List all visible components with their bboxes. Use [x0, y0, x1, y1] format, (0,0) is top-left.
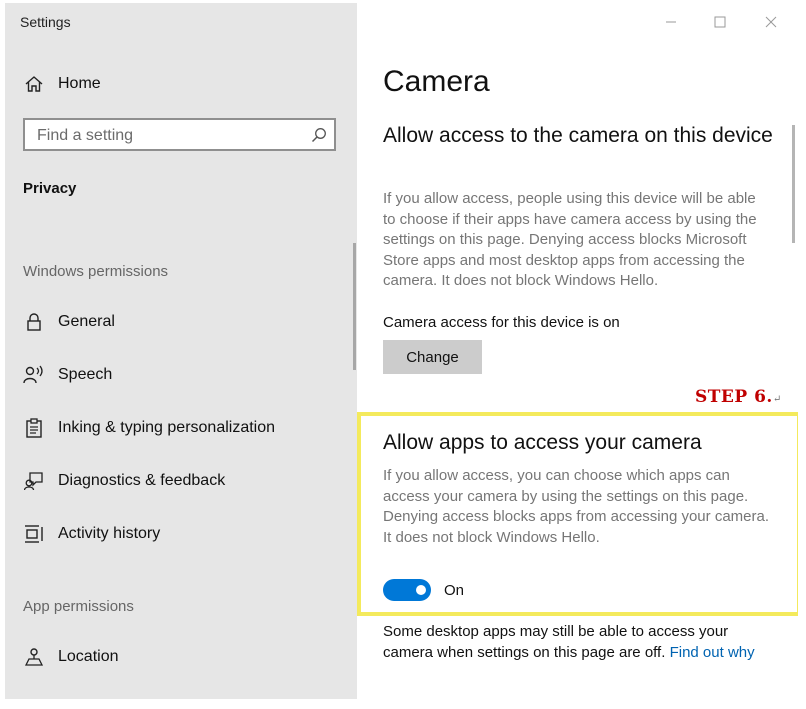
device-access-status: Camera access for this device is on	[383, 314, 620, 331]
sidebar: Settings Home Privacy Windows permission…	[5, 3, 357, 699]
location-icon	[23, 646, 45, 668]
app-title: Settings	[20, 14, 71, 30]
windows-permissions-header: Windows permissions	[23, 263, 169, 280]
main-scrollbar[interactable]	[792, 125, 795, 243]
inking-icon	[23, 417, 45, 439]
maximize-icon	[714, 15, 726, 33]
minimize-icon	[665, 15, 677, 33]
device-access-description: If you allow access, people using this d…	[383, 190, 757, 289]
close-icon	[765, 15, 777, 33]
category-heading: Privacy	[23, 180, 77, 197]
sidebar-item-label: General	[58, 313, 115, 330]
sidebar-item-inking[interactable]: Inking & typing personalization	[23, 417, 275, 439]
sidebar-item-label: Speech	[58, 366, 113, 383]
home-icon	[23, 73, 45, 95]
speech-icon	[23, 364, 45, 386]
sidebar-item-diagnostics[interactable]: Diagnostics & feedback	[23, 470, 225, 492]
sidebar-item-label: Activity history	[58, 525, 161, 542]
sidebar-item-home[interactable]: Home	[23, 73, 101, 95]
sidebar-scrollbar[interactable]	[353, 243, 356, 370]
find-out-why-link[interactable]: Find out why	[670, 644, 755, 661]
change-button[interactable]: Change	[383, 340, 482, 374]
maximize-button[interactable]	[705, 11, 735, 37]
step-text: STEP 6.	[695, 387, 773, 407]
search-box[interactable]	[23, 118, 336, 151]
step-annotation: STEP 6.↵	[695, 387, 782, 407]
sidebar-item-label: Home	[58, 75, 101, 92]
minimize-button[interactable]	[656, 11, 686, 37]
desktop-apps-note: Some desktop apps may still be able to a…	[383, 622, 773, 663]
app-permissions-header: App permissions	[23, 598, 134, 615]
page-title: Camera	[383, 65, 490, 98]
sidebar-item-label: Diagnostics & feedback	[58, 472, 226, 489]
activity-history-icon	[23, 523, 45, 545]
sidebar-item-activity-history[interactable]: Activity history	[23, 523, 160, 545]
sidebar-item-label: Location	[58, 648, 119, 665]
sidebar-item-general[interactable]: General	[23, 311, 115, 333]
sidebar-item-location[interactable]: Location	[23, 646, 119, 668]
feedback-icon	[23, 470, 45, 492]
sidebar-item-label: Inking & typing personalization	[58, 419, 276, 436]
highlight-box	[357, 412, 798, 616]
search-icon[interactable]	[311, 127, 327, 148]
settings-window: Settings Home Privacy Windows permission…	[5, 3, 798, 699]
return-mark: ↵	[772, 394, 782, 405]
device-access-heading: Allow access to the camera on this devic…	[383, 124, 773, 147]
sidebar-item-speech[interactable]: Speech	[23, 364, 112, 386]
lock-icon	[23, 311, 45, 333]
search-input[interactable]	[35, 124, 309, 148]
close-button[interactable]	[756, 11, 786, 37]
